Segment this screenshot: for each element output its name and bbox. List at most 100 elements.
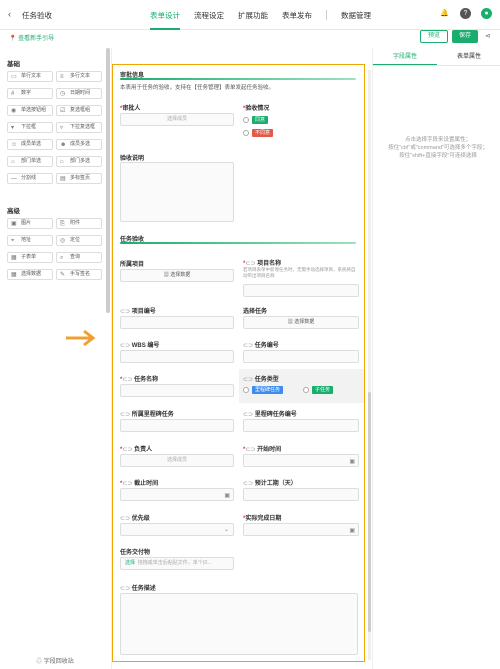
deadline-label: *⊂⊃ 截止时间 [120, 481, 159, 487]
tab-form-properties[interactable]: 表单属性 [437, 48, 500, 65]
component-icon: ⌖ [11, 238, 15, 244]
palette-advanced-item-5[interactable]: ⌕ 查询 [56, 252, 102, 263]
est-duration-input[interactable] [243, 488, 359, 501]
preview-button[interactable]: 预览 [420, 30, 448, 43]
palette-basic-item-13[interactable]: ▤ 多标签页 [56, 173, 102, 184]
palette-basic-item-12[interactable]: — 分割线 [7, 173, 53, 184]
palette-basic-item-8[interactable]: ☺ 成员单选 [7, 139, 53, 150]
component-label: 附件 [70, 220, 81, 226]
milestone-label: ⊂⊃ 所属里程碑任务 [120, 412, 174, 418]
form-canvas[interactable]: 审批信息 本表用于任务的验收，支持在【任务管理】表单发起任务验收。 *审批人 选… [112, 64, 365, 662]
est-duration-label: ⊂⊃ 预计工期（天） [243, 481, 297, 487]
project-select-data-button[interactable]: ▦ 选择数据 [120, 269, 234, 282]
priority-select[interactable]: ⌄ [120, 523, 234, 536]
palette-basic-item-9[interactable]: ☻ 成员多选 [56, 139, 102, 150]
deadline-picker[interactable]: ▣ [120, 488, 234, 501]
section-divider [120, 242, 356, 244]
save-button[interactable]: 保存 [452, 30, 478, 43]
owner-select[interactable]: 选择成员 [120, 454, 234, 467]
actual-date-picker[interactable]: ▣ [243, 523, 359, 536]
project-name-input[interactable] [243, 284, 359, 297]
palette-advanced-item-2[interactable]: ⌖ 地址 [7, 235, 53, 246]
task-type-radio-subtask[interactable]: 子任务 [303, 386, 334, 394]
component-icon: ▦ [11, 272, 17, 278]
task-desc-textarea[interactable] [120, 593, 358, 655]
field-recycle-bin[interactable]: ♲ 字段回收站 [36, 656, 74, 665]
palette-basic-item-5[interactable]: ☑ 复选框组 [56, 105, 102, 116]
tab-form-publish[interactable]: 表单发布 [282, 0, 312, 30]
hint-line: 点击选择字段来设置属性； [404, 137, 471, 143]
milestone-no-input[interactable] [243, 419, 359, 432]
actual-date-label: *实际完成日期 [243, 516, 282, 522]
component-label: 部门单选 [21, 158, 42, 164]
palette-basic-item-7[interactable]: ▿ 下拉复选框 [56, 122, 102, 133]
accept-note-label: 验收说明 [120, 156, 145, 162]
component-icon: ☺ [11, 142, 18, 148]
component-icon: — [11, 176, 17, 182]
palette-advanced-item-3[interactable]: ◎ 定位 [56, 235, 102, 246]
palette-basic-item-2[interactable]: # 数字 [7, 88, 53, 99]
palette-advanced-item-7[interactable]: ✎ 手写签名 [56, 269, 102, 280]
palette-advanced-item-1[interactable]: ⎘ 附件 [56, 218, 102, 229]
project-no-input[interactable] [120, 316, 234, 329]
properties-hint: 点击选择字段来设置属性； 按住"ctrl"或"command"可选择多个字段； … [377, 136, 499, 160]
component-icon: ☑ [60, 108, 66, 114]
task-desc-label: ⊂⊃ 任务描述 [120, 586, 156, 592]
guide-link[interactable]: 📍 查看新手引导 [9, 33, 54, 42]
accept-radio-disagree[interactable]: 不同意 [243, 129, 274, 137]
task-no-label: ⊂⊃ 任务编号 [243, 343, 279, 349]
palette-basic-item-10[interactable]: ⌂ 部门单选 [7, 156, 53, 167]
calendar-icon: ▣ [349, 459, 355, 465]
wbs-input[interactable] [120, 350, 234, 363]
share-icon[interactable]: ⋖ [485, 32, 491, 40]
tab-field-properties[interactable]: 字段属性 [373, 48, 437, 65]
guide-link-label: 查看新手引导 [18, 36, 55, 42]
upload-select-button[interactable]: 选择 [125, 560, 135, 566]
accept-status-label: *验收情况 [243, 106, 270, 112]
choose-task-select-data-button[interactable]: ▦ 选择数据 [243, 316, 359, 329]
tab-form-design[interactable]: 表单设计 [150, 0, 180, 30]
palette-advanced-item-4[interactable]: ▦ 子表单 [7, 252, 53, 263]
palette-basic-item-11[interactable]: ⌂ 部门多选 [56, 156, 102, 167]
canvas-scrollbar-thumb[interactable] [368, 392, 371, 632]
start-time-picker[interactable]: ▣ [243, 454, 359, 467]
tab-extensions[interactable]: 扩展功能 [238, 0, 268, 30]
palette-advanced-item-6[interactable]: ▦ 选择数据 [7, 269, 53, 280]
component-label: 下拉框 [21, 124, 37, 130]
task-type-radio-milestone[interactable]: 里程碑任务 [243, 386, 284, 394]
palette-basic-item-6[interactable]: ▾ 下拉框 [7, 122, 53, 133]
palette-basic-item-1[interactable]: ≡ 多行文本 [56, 71, 102, 82]
component-icon: ▣ [11, 221, 17, 227]
bell-icon[interactable]: 🔔 [439, 8, 450, 19]
component-icon: ▤ [60, 176, 66, 182]
section-divider [120, 78, 356, 80]
recycle-label: 字段回收站 [43, 659, 74, 665]
palette-advanced-item-0[interactable]: ▣ 图片 [7, 218, 53, 229]
tab-process-settings[interactable]: 流程设定 [194, 0, 224, 30]
deliverable-upload[interactable]: 选择 拖拽或单击后粘贴文件，单个(0... [120, 557, 234, 570]
accept-note-textarea[interactable] [120, 162, 234, 222]
component-label: 成员单选 [21, 141, 42, 147]
hint-line: 按住"ctrl"或"command"可选择多个字段； [388, 145, 488, 151]
component-icon: ◷ [60, 91, 66, 97]
component-icon: ≡ [60, 74, 64, 80]
tab-data-management[interactable]: 数据管理 [341, 0, 371, 30]
palette-basic-item-4[interactable]: ◉ 单选按钮组 [7, 105, 53, 116]
properties-panel: 字段属性 表单属性 点击选择字段来设置属性； 按住"ctrl"或"command… [372, 48, 500, 669]
help-icon[interactable]: ? [460, 8, 471, 19]
component-icon: ▿ [60, 125, 64, 131]
component-icon: ▾ [11, 125, 15, 131]
upload-hint: 拖拽或单击后粘贴文件，单个(0... [137, 560, 212, 566]
palette-scrollbar[interactable] [106, 48, 110, 313]
canvas-scrollbar[interactable] [368, 70, 371, 660]
task-name-input[interactable] [120, 384, 234, 397]
avatar[interactable]: ● [481, 8, 492, 19]
milestone-input[interactable] [120, 419, 234, 432]
accept-radio-agree[interactable]: 同意 [243, 116, 269, 124]
approver-select[interactable]: 选择成员 [120, 113, 234, 126]
task-no-input[interactable] [243, 350, 359, 363]
palette-basic-item-0[interactable]: ▭ 单行文本 [7, 71, 53, 82]
chevron-left-icon[interactable]: ‹ [8, 9, 11, 19]
top-icons: 🔔 ? ● [439, 8, 492, 19]
palette-basic-item-3[interactable]: ◷ 日期时间 [56, 88, 102, 99]
